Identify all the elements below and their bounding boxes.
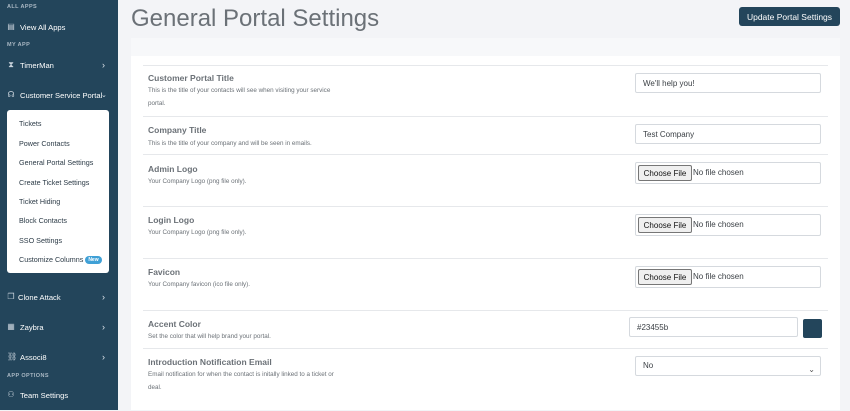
admin-logo-file-input[interactable]: Choose File No file chosen xyxy=(635,162,821,184)
submenu-item-ticket-hiding[interactable]: Ticket Hiding xyxy=(19,197,60,206)
submenu-item-block-contacts[interactable]: Block Contacts xyxy=(19,216,67,225)
grid-icon: ▤ xyxy=(7,22,15,31)
sidebar-item-team-settings[interactable]: ⚇ Team Settings xyxy=(0,385,118,405)
submenu-item-power-contacts[interactable]: Power Contacts xyxy=(19,139,70,148)
update-portal-settings-button[interactable]: Update Portal Settings xyxy=(739,7,840,26)
accent-color-swatch[interactable] xyxy=(803,319,822,338)
section-label-app-options: APP OPTIONS xyxy=(7,373,49,379)
sidebar-item-label: Associ8 xyxy=(20,352,47,362)
hourglass-icon: ⧗ xyxy=(8,60,14,69)
submenu-item-tickets[interactable]: Tickets xyxy=(19,119,42,128)
setting-description: Your Company favicon (ico file only). xyxy=(148,281,250,288)
sidebar-item-label: Customer Service Portal xyxy=(20,90,103,100)
chevron-right-icon: › xyxy=(102,352,105,362)
page-title: General Portal Settings xyxy=(131,5,380,32)
sidebar-item-label: Clone Attack xyxy=(18,292,61,302)
card-header-strip xyxy=(131,38,840,56)
submenu-item-customize-columns[interactable]: Customize Columns New xyxy=(19,255,102,265)
setting-label: Customer Portal Title xyxy=(148,73,234,83)
file-status: No file chosen xyxy=(693,168,744,177)
file-status: No file chosen xyxy=(693,220,744,229)
chevron-down-icon: ⌄ xyxy=(808,365,815,374)
sidebar-item-label: Zaybra xyxy=(20,322,44,332)
sidebar-item-clone-attack[interactable]: ❐ Clone Attack › xyxy=(0,287,118,307)
setting-row-customer-portal-title: Customer Portal Title This is the title … xyxy=(143,65,828,117)
team-icon: ⚇ xyxy=(7,390,15,399)
setting-row-login-logo: Login Logo Your Company Logo (png file o… xyxy=(143,206,828,259)
favicon-file-input[interactable]: Choose File No file chosen xyxy=(635,266,821,288)
sidebar-item-label: Team Settings xyxy=(20,390,69,400)
sidebar-item-associ8[interactable]: ⛓ Associ8 › xyxy=(0,347,118,367)
choose-file-button[interactable]: Choose File xyxy=(638,217,692,233)
sidebar-item-zaybra[interactable]: ▦ Zaybra › xyxy=(0,317,118,337)
sidebar: ALL APPS ▤ View All Apps MY APP ⧗ TimerM… xyxy=(0,0,118,410)
chevron-right-icon: › xyxy=(102,322,105,332)
sidebar-item-timerman[interactable]: ⧗ TimerMan › xyxy=(0,55,118,75)
setting-row-company-title: Company Title This is the title of your … xyxy=(143,116,828,155)
keyboard-icon: ▦ xyxy=(7,322,15,331)
submenu-item-sso-settings[interactable]: SSO Settings xyxy=(19,236,62,245)
setting-label: Accent Color xyxy=(148,319,201,329)
setting-label: Login Logo xyxy=(148,215,195,225)
sidebar-item-customer-service-portal[interactable]: ☊ Customer Service Portal ⌄ xyxy=(0,85,118,105)
setting-label: Admin Logo xyxy=(148,164,198,174)
setting-description: Email notification for when the contact … xyxy=(148,371,334,391)
sidebar-item-label: View All Apps xyxy=(20,22,66,32)
customer-portal-title-input[interactable] xyxy=(635,73,821,93)
company-title-input[interactable] xyxy=(635,124,821,144)
file-status: No file chosen xyxy=(693,272,744,281)
submenu-item-label: Customize Columns xyxy=(19,255,84,264)
submenu-item-create-ticket-settings[interactable]: Create Ticket Settings xyxy=(19,178,89,187)
select-value: No xyxy=(643,361,654,370)
choose-file-button[interactable]: Choose File xyxy=(638,269,692,285)
setting-description: This is the title of your company and wi… xyxy=(148,140,312,147)
submenu-item-general-portal-settings[interactable]: General Portal Settings xyxy=(19,158,93,167)
setting-row-admin-logo: Admin Logo Your Company Logo (png file o… xyxy=(143,154,828,207)
login-logo-file-input[interactable]: Choose File No file chosen xyxy=(635,214,821,236)
setting-description: Your Company Logo (png file only). xyxy=(148,178,247,185)
chevron-down-icon: ⌄ xyxy=(101,92,107,99)
copy-icon: ❐ xyxy=(7,292,15,301)
setting-label: Company Title xyxy=(148,125,207,135)
connection-icon: ⛓ xyxy=(7,352,18,361)
submenu-customer-service-portal: Tickets Power Contacts General Portal Se… xyxy=(7,110,109,273)
chevron-right-icon: › xyxy=(102,292,105,302)
chevron-right-icon: › xyxy=(102,60,105,70)
headset-icon: ☊ xyxy=(7,90,15,99)
setting-label: Introduction Notification Email xyxy=(148,357,272,367)
sidebar-item-label: TimerMan xyxy=(20,60,54,70)
setting-row-intro-email: Introduction Notification Email Email no… xyxy=(143,348,828,411)
choose-file-button[interactable]: Choose File xyxy=(638,165,692,181)
setting-description: Your Company Logo (png file only). xyxy=(148,229,247,236)
accent-color-input[interactable] xyxy=(629,317,798,337)
setting-label: Favicon xyxy=(148,267,181,277)
intro-email-select[interactable]: No ⌄ xyxy=(635,356,821,376)
setting-description: Set the color that will help brand your … xyxy=(148,333,271,340)
setting-description: This is the title of your contacts will … xyxy=(148,87,331,107)
new-badge: New xyxy=(85,256,102,265)
section-label-my-app: MY APP xyxy=(7,42,31,48)
section-label-all-apps: ALL APPS xyxy=(7,4,38,10)
setting-row-accent-color: Accent Color Set the color that will hel… xyxy=(143,310,828,349)
setting-row-favicon: Favicon Your Company favicon (ico file o… xyxy=(143,258,828,311)
sidebar-item-view-all-apps[interactable]: ▤ View All Apps xyxy=(0,17,118,37)
